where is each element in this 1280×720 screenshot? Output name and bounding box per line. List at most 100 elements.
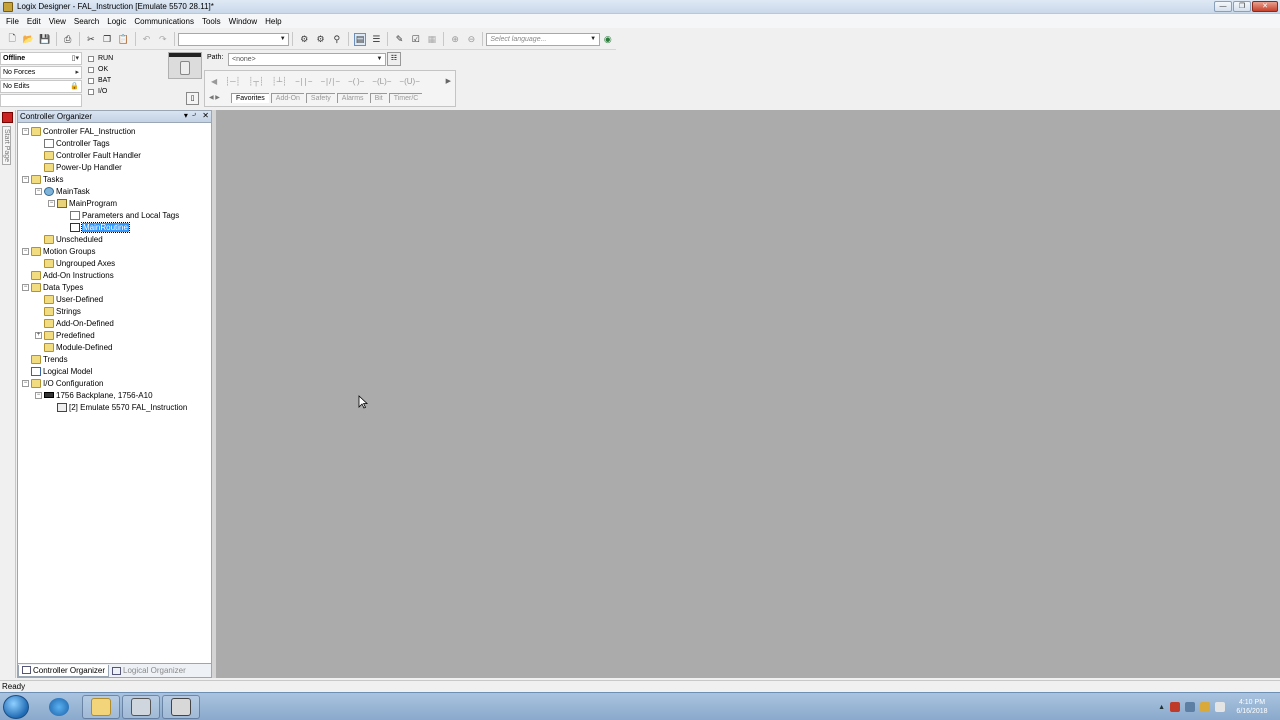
- chevron-right-icon[interactable]: ▸: [75, 67, 79, 78]
- menu-help[interactable]: Help: [261, 17, 285, 26]
- collapse-icon[interactable]: −: [48, 199, 55, 207]
- tab-add-on[interactable]: Add-On: [270, 93, 304, 103]
- lock-icon[interactable]: 🔒: [70, 81, 79, 92]
- chevron-down-icon[interactable]: ▼: [375, 54, 384, 65]
- tab-scroll-icon[interactable]: ◀ ▶: [209, 94, 220, 101]
- verify-routine-icon[interactable]: ⚙: [314, 33, 326, 46]
- otl-coil-icon[interactable]: −(L)−: [372, 77, 391, 86]
- menu-tools[interactable]: Tools: [198, 17, 225, 26]
- open-folder-icon[interactable]: 📂: [22, 33, 34, 46]
- flag-tray-icon[interactable]: [1200, 702, 1210, 712]
- monitor-tags-icon[interactable]: ☑: [410, 33, 422, 46]
- pin-icon[interactable]: ⌏: [192, 111, 198, 120]
- controller-properties-button[interactable]: ▯: [186, 92, 199, 105]
- tree-node[interactable]: MainRoutine: [18, 221, 211, 233]
- collapse-icon[interactable]: −: [22, 247, 29, 255]
- organizer-toggle-icon[interactable]: ▤: [353, 32, 367, 46]
- zoom-in-icon[interactable]: ⊕: [449, 33, 461, 46]
- tab-favorites[interactable]: Favorites: [231, 93, 269, 103]
- start-page-tab[interactable]: Start Page: [2, 126, 11, 166]
- taskbar-clock[interactable]: 4:10 PM 6/16/2018: [1230, 698, 1274, 716]
- cut-icon[interactable]: ✂: [85, 33, 97, 46]
- rung-icon[interactable]: ┊─┊: [225, 77, 240, 86]
- tree-node[interactable]: Trends: [18, 353, 211, 365]
- language-globe-icon[interactable]: ◉: [602, 33, 614, 46]
- rslinx-tray-icon[interactable]: [1170, 702, 1180, 712]
- xic-contact-icon[interactable]: −∣∣−: [295, 77, 312, 86]
- volume-tray-icon[interactable]: [1215, 702, 1225, 712]
- edits-status[interactable]: No Edits 🔒: [0, 80, 82, 93]
- menu-window[interactable]: Window: [225, 17, 261, 26]
- mode-status[interactable]: Offline ▯▾: [0, 52, 82, 65]
- expand-icon[interactable]: +: [35, 331, 42, 339]
- scroll-right-icon[interactable]: ▶: [446, 77, 451, 85]
- path-select[interactable]: <none> ▼: [228, 53, 386, 66]
- tab-controller-organizer[interactable]: Controller Organizer: [18, 664, 110, 677]
- collapse-icon[interactable]: −: [22, 175, 29, 183]
- tree-node[interactable]: Parameters and Local Tags: [18, 209, 211, 221]
- grid-icon[interactable]: ▦: [426, 33, 438, 46]
- tree-node[interactable]: Ungrouped Axes: [18, 257, 211, 269]
- tree-node[interactable]: − Data Types: [18, 281, 211, 293]
- taskbar-ie[interactable]: [40, 695, 78, 719]
- tree-node[interactable]: Unscheduled: [18, 233, 211, 245]
- who-active-button[interactable]: ☷: [387, 52, 401, 66]
- tree-node[interactable]: Logical Model: [18, 365, 211, 377]
- redo-icon[interactable]: ↷: [157, 33, 169, 46]
- logix-app-icon[interactable]: [3, 1, 13, 12]
- taskbar-explorer[interactable]: [82, 695, 120, 719]
- collapse-icon[interactable]: −: [35, 391, 42, 399]
- ote-coil-icon[interactable]: −( )−: [348, 77, 364, 86]
- chevron-down-icon[interactable]: ▾: [184, 111, 188, 120]
- hierarchy-icon[interactable]: ☰: [370, 33, 382, 46]
- taskbar-logix[interactable]: [162, 695, 200, 719]
- network-tray-icon[interactable]: [1185, 702, 1195, 712]
- print-icon[interactable]: ⎙: [62, 33, 74, 46]
- paste-icon[interactable]: 📋: [117, 33, 129, 46]
- branch-icon[interactable]: ┊┬┊: [248, 77, 263, 86]
- tab-timer-counter[interactable]: Timer/C: [388, 93, 423, 103]
- xio-contact-icon[interactable]: −∣/∣−: [320, 77, 340, 86]
- menu-file[interactable]: File: [2, 17, 23, 26]
- close-button[interactable]: ✕: [1252, 1, 1278, 12]
- menu-search[interactable]: Search: [70, 17, 103, 26]
- menu-edit[interactable]: Edit: [23, 17, 45, 26]
- tree-node[interactable]: − I/O Configuration: [18, 377, 211, 389]
- main-workspace[interactable]: [216, 110, 1280, 678]
- windows-start-icon[interactable]: [3, 695, 29, 719]
- tree-node[interactable]: Strings: [18, 305, 211, 317]
- tree-node[interactable]: Controller Tags: [18, 137, 211, 149]
- minimize-button[interactable]: —: [1214, 1, 1232, 12]
- tree-node[interactable]: Power-Up Handler: [18, 161, 211, 173]
- collapse-icon[interactable]: −: [35, 187, 42, 195]
- tab-alarms[interactable]: Alarms: [336, 93, 368, 103]
- undo-icon[interactable]: ↶: [140, 33, 152, 46]
- tree-node[interactable]: Controller Fault Handler: [18, 149, 211, 161]
- tree-node[interactable]: Add-On Instructions: [18, 269, 211, 281]
- language-select[interactable]: Select language... ▼: [486, 32, 600, 46]
- tree-node[interactable]: + Predefined: [18, 329, 211, 341]
- tree-node[interactable]: User-Defined: [18, 293, 211, 305]
- collapse-icon[interactable]: −: [22, 127, 29, 135]
- otu-coil-icon[interactable]: −(U)−: [399, 77, 419, 86]
- menu-communications[interactable]: Communications: [130, 17, 198, 26]
- tree-node[interactable]: − MainProgram: [18, 197, 211, 209]
- menu-logic[interactable]: Logic: [103, 17, 130, 26]
- tree-node[interactable]: − Motion Groups: [18, 245, 211, 257]
- tree-node[interactable]: − Tasks: [18, 173, 211, 185]
- close-icon[interactable]: ✕: [202, 111, 209, 120]
- tree-node[interactable]: − Controller FAL_Instruction: [18, 125, 211, 137]
- collapse-icon[interactable]: −: [22, 379, 29, 387]
- search-combo[interactable]: ▼: [177, 32, 290, 46]
- edit-tags-icon[interactable]: ✎: [393, 33, 405, 46]
- tree-node[interactable]: − 1756 Backplane, 1756-A10: [18, 389, 211, 401]
- chevron-down-icon[interactable]: ▼: [589, 34, 598, 45]
- chevron-down-icon[interactable]: ▼: [278, 34, 287, 45]
- restore-button[interactable]: ❐: [1233, 1, 1251, 12]
- mode-dropdown-icon[interactable]: ▯▾: [72, 53, 79, 64]
- scroll-left-icon[interactable]: ◀: [211, 77, 217, 86]
- tree-node[interactable]: − MainTask: [18, 185, 211, 197]
- tab-safety[interactable]: Safety: [305, 93, 335, 103]
- start-page-icon[interactable]: [2, 112, 13, 123]
- taskbar-emulator[interactable]: [122, 695, 160, 719]
